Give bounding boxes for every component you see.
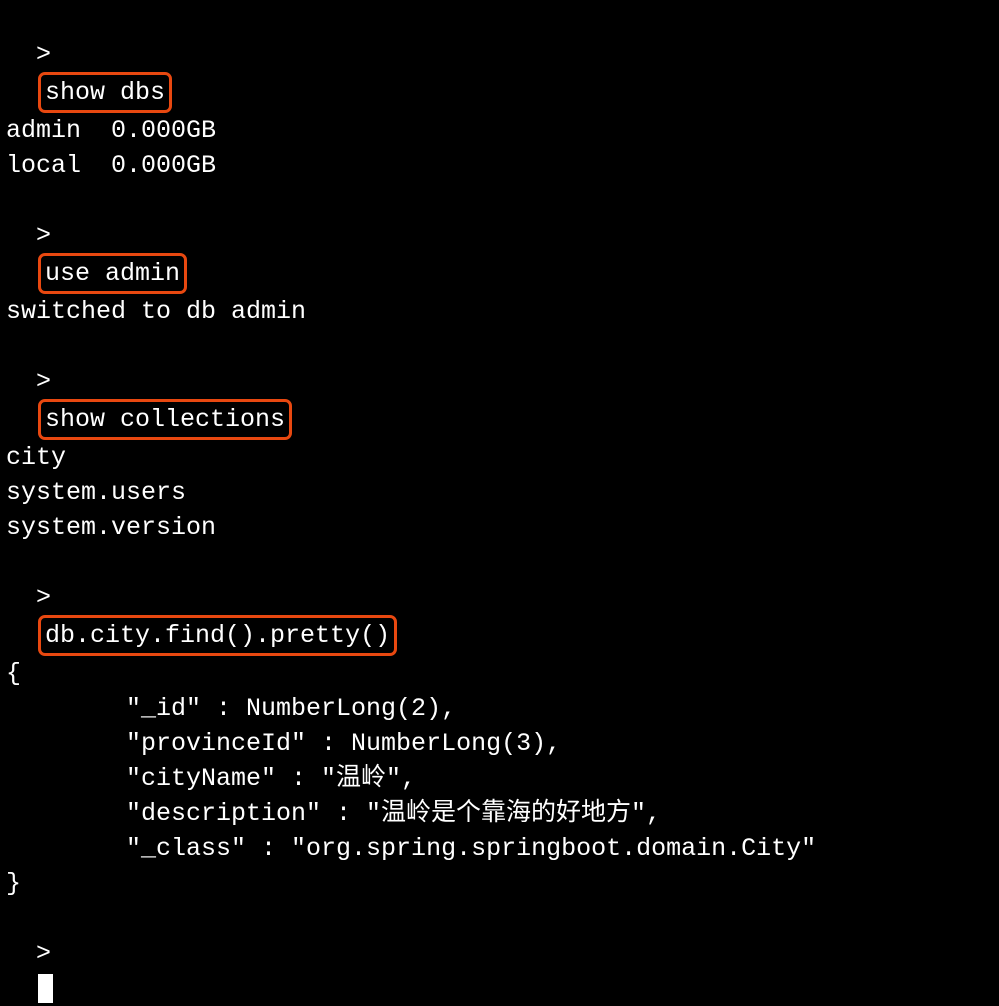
- command-text: db.city.find().pretty(): [45, 621, 390, 650]
- doc-field-line: "cityName" : "温岭",: [6, 761, 993, 796]
- doc-field: "provinceId" : NumberLong(3),: [126, 729, 561, 758]
- command-highlight: show collections: [38, 399, 292, 440]
- output-line: switched to db admin: [6, 294, 993, 329]
- command-highlight: show dbs: [38, 72, 172, 113]
- command-text: show collections: [45, 405, 285, 434]
- prompt: >: [36, 367, 51, 396]
- command-line-1[interactable]: > show dbs: [6, 2, 993, 113]
- doc-field: "cityName" : "温岭",: [126, 764, 416, 793]
- prompt: >: [36, 583, 51, 612]
- prompt: >: [36, 221, 51, 250]
- doc-field-line: "provinceId" : NumberLong(3),: [6, 726, 993, 761]
- command-line-2[interactable]: > use admin: [6, 183, 993, 294]
- doc-field-line: "_class" : "org.spring.springboot.domain…: [6, 831, 993, 866]
- output-line: system.version: [6, 510, 993, 545]
- output-line: system.users: [6, 475, 993, 510]
- command-line-3[interactable]: > show collections: [6, 329, 993, 440]
- command-text: use admin: [45, 259, 180, 288]
- doc-field-line: "_id" : NumberLong(2),: [6, 691, 993, 726]
- command-highlight: db.city.find().pretty(): [38, 615, 397, 656]
- doc-close-brace: }: [6, 866, 993, 901]
- output-line: admin 0.000GB: [6, 113, 993, 148]
- doc-open-brace: {: [6, 656, 993, 691]
- command-line-current[interactable]: >: [6, 901, 993, 1006]
- output-line: local 0.000GB: [6, 148, 993, 183]
- doc-field: "_id" : NumberLong(2),: [126, 694, 456, 723]
- prompt: >: [36, 40, 51, 69]
- command-text: show dbs: [45, 78, 165, 107]
- doc-field: "description" : "温岭是个靠海的好地方",: [126, 799, 661, 828]
- cursor: [38, 974, 53, 1003]
- prompt: >: [36, 939, 51, 968]
- output-line: city: [6, 440, 993, 475]
- doc-field: "_class" : "org.spring.springboot.domain…: [126, 834, 816, 863]
- doc-field-line: "description" : "温岭是个靠海的好地方",: [6, 796, 993, 831]
- command-line-4[interactable]: > db.city.find().pretty(): [6, 545, 993, 656]
- command-highlight: use admin: [38, 253, 187, 294]
